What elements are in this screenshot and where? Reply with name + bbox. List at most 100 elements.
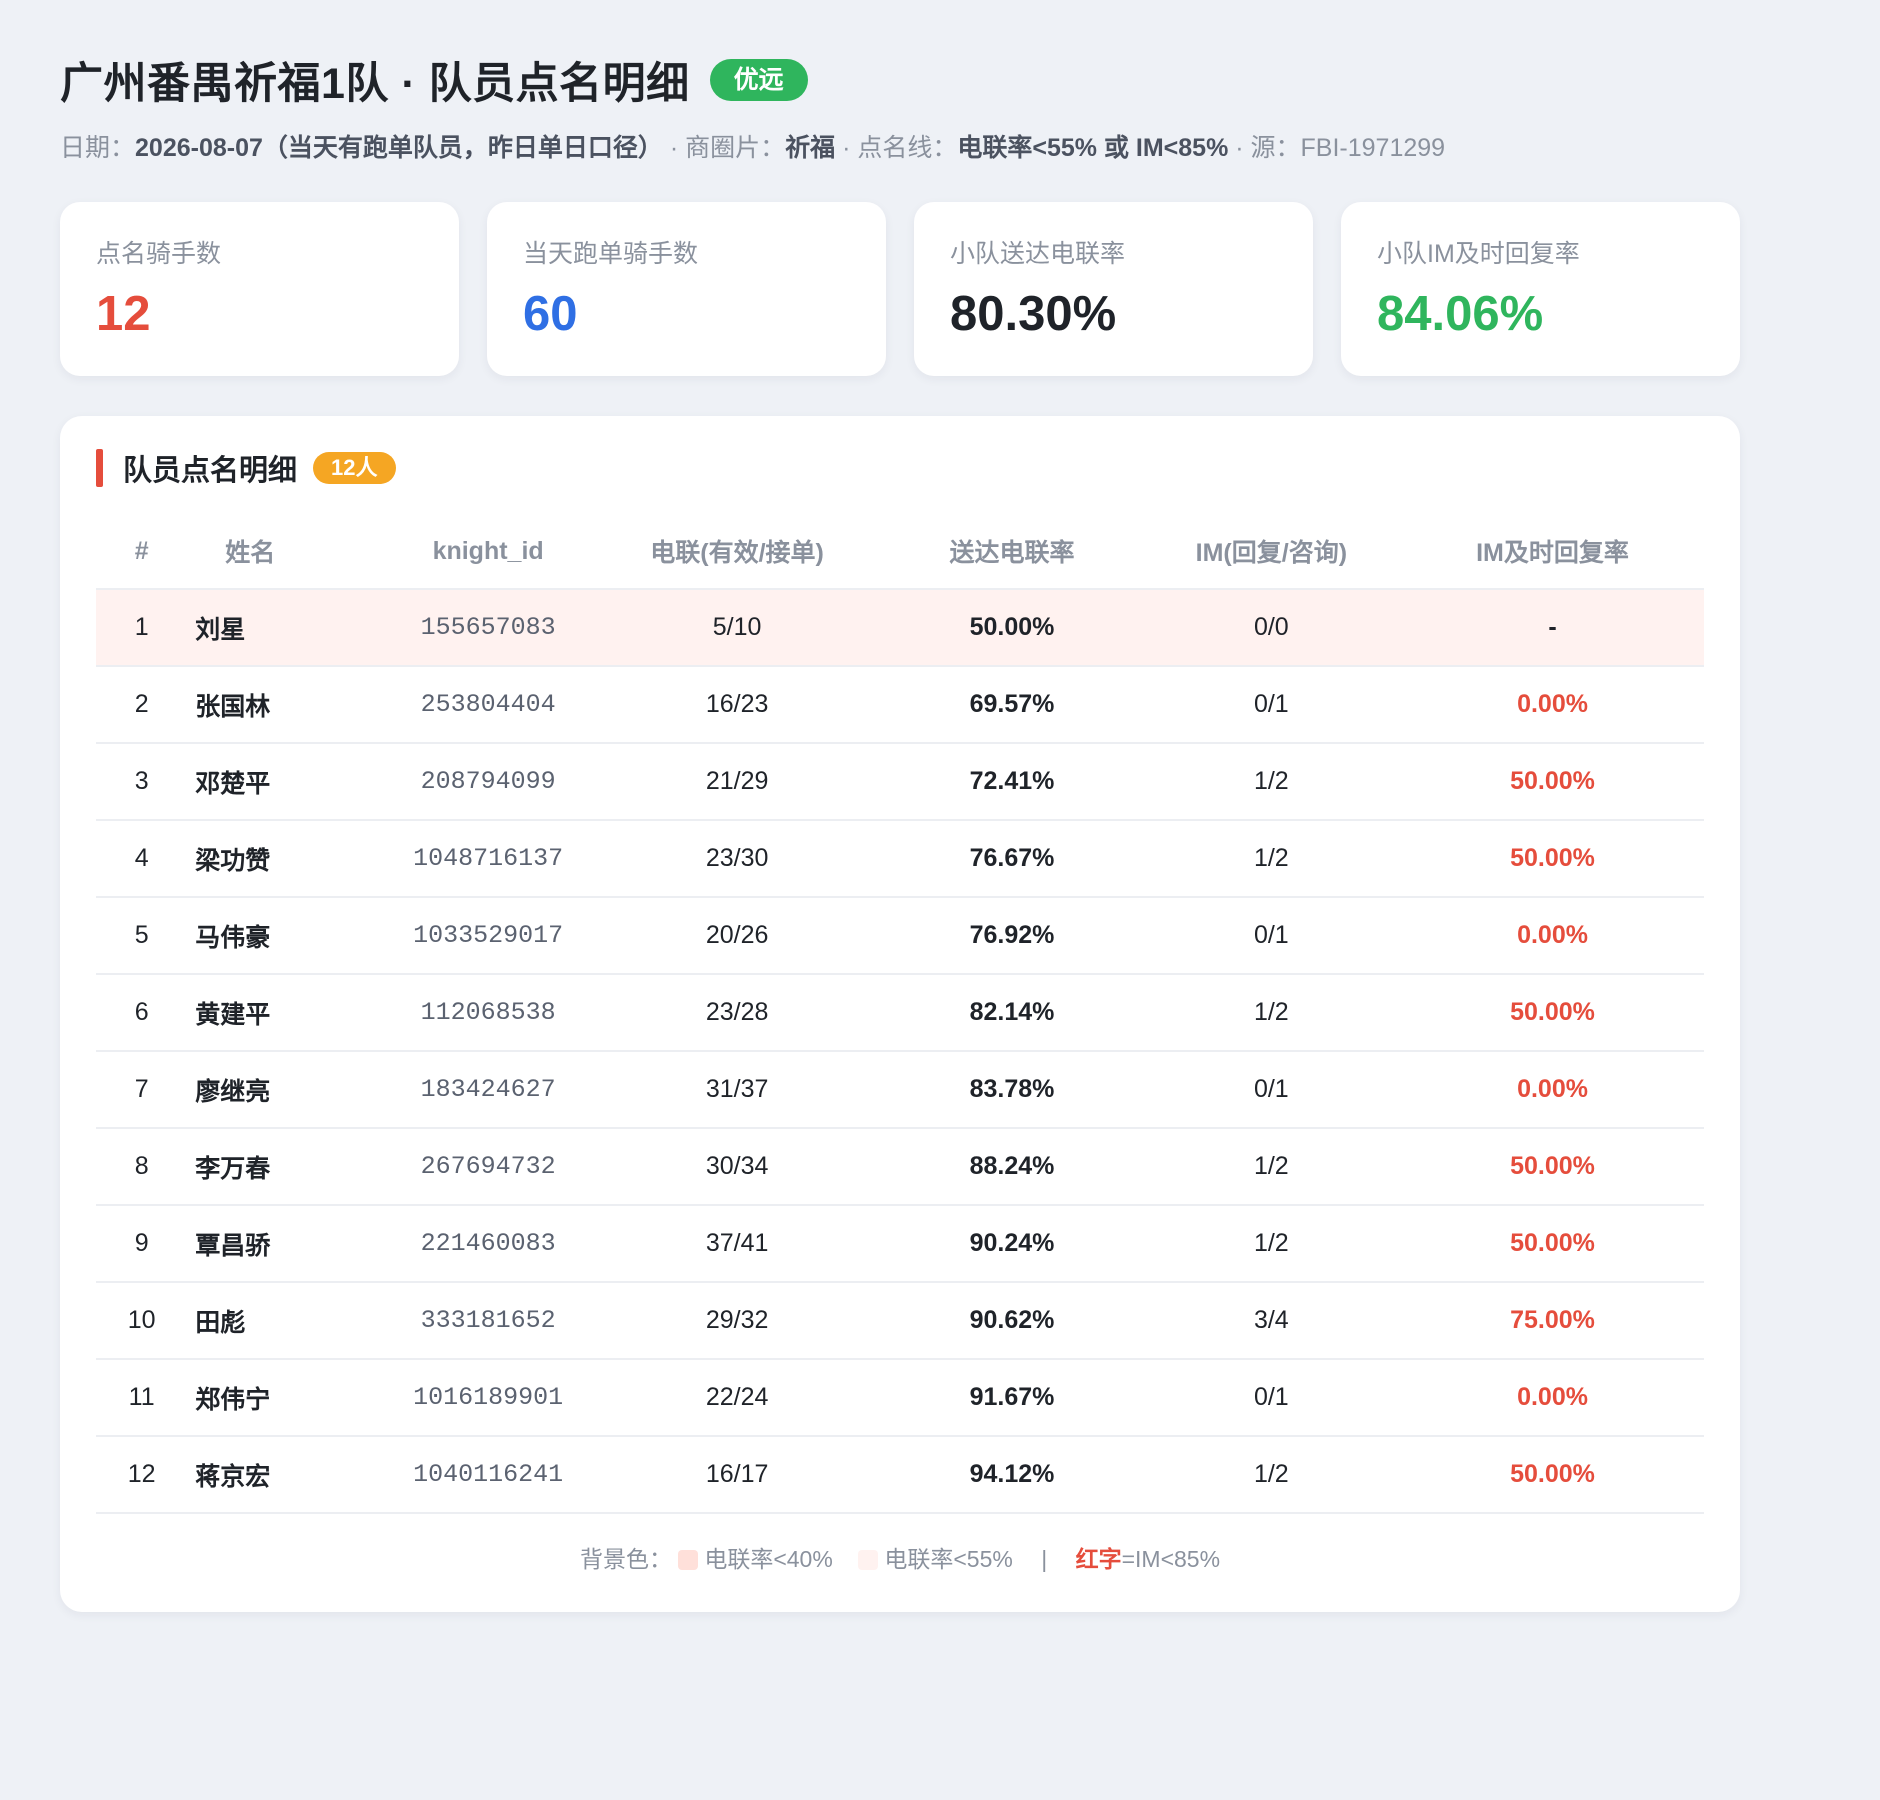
- source-label: · 源：: [1228, 134, 1301, 162]
- cell-index: 2: [96, 666, 188, 744]
- count-badge: 12人: [313, 452, 396, 484]
- cell-name: 郑伟宁: [187, 1359, 385, 1437]
- cell-knight-id: 1016189901: [384, 1359, 592, 1437]
- area-label: · 商圈片：: [662, 134, 786, 162]
- cell-im-rate: 0.00%: [1401, 1051, 1704, 1129]
- kpi-card-active-riders: 当天跑单骑手数 60: [487, 202, 886, 376]
- cell-im: 0/1: [1141, 666, 1402, 744]
- cell-call: 5/10: [591, 589, 883, 667]
- cell-call-rate: 94.12%: [882, 1436, 1142, 1514]
- table-row[interactable]: 12 蒋京宏 1040116241 16/17 94.12% 1/2 50.00%: [96, 1436, 1704, 1514]
- cell-knight-id: 1048716137: [384, 820, 592, 898]
- cell-call: 30/34: [591, 1128, 883, 1206]
- cell-name: 覃昌骄: [187, 1205, 385, 1283]
- cell-im-rate: 50.00%: [1401, 820, 1704, 898]
- cell-im-rate: -: [1401, 589, 1704, 667]
- source-value: FBI-1971299: [1300, 134, 1446, 162]
- table-body: 1 刘星 155657083 5/10 50.00% 0/0-2 张国林 253804404 1…: [96, 589, 1704, 1514]
- cell-index: 9: [96, 1205, 188, 1283]
- panel-accent-bar: [96, 449, 103, 487]
- cell-call-rate: 88.24%: [882, 1128, 1142, 1206]
- cell-call-rate: 90.62%: [882, 1282, 1142, 1360]
- cell-call-rate: 72.41%: [882, 743, 1142, 821]
- panel-header: 队员点名明细 12人: [96, 448, 1704, 488]
- cell-im: 1/2: [1141, 820, 1402, 898]
- table-header-row: # 姓名 knight_id 电联(有效/接单) 送达电联率 IM(回复/咨询)…: [96, 514, 1704, 590]
- cell-im-rate: 50.00%: [1401, 1436, 1704, 1514]
- header-call-rate[interactable]: 送达电联率: [882, 514, 1142, 590]
- legend-item-40: 电联率<40%: [704, 1546, 833, 1572]
- cell-im-rate: 75.00%: [1401, 1282, 1704, 1360]
- header-call[interactable]: 电联(有效/接单): [591, 514, 883, 590]
- legend-prefix: 背景色：: [579, 1546, 672, 1572]
- kpi-value: 60: [523, 287, 578, 341]
- table-row[interactable]: 5 马伟豪 1033529017 20/26 76.92% 0/1 0.00%: [96, 897, 1704, 975]
- legend-swatch-40: [678, 1550, 699, 1570]
- cell-call: 22/24: [591, 1359, 883, 1437]
- header-im[interactable]: IM(回复/咨询): [1141, 514, 1402, 590]
- cell-name: 廖继亮: [187, 1051, 385, 1129]
- cell-name: 黄建平: [187, 974, 385, 1052]
- cell-index: 10: [96, 1282, 188, 1360]
- cell-name: 张国林: [187, 666, 385, 744]
- cell-im: 1/2: [1141, 743, 1402, 821]
- kpi-value: 12: [96, 287, 151, 341]
- cell-im: 1/2: [1141, 1128, 1402, 1206]
- legend-item-55: 电联率<55%: [884, 1546, 1013, 1572]
- kpi-card-named-riders: 点名骑手数 12: [60, 202, 459, 376]
- cell-knight-id: 155657083: [384, 589, 592, 667]
- kpi-value: 84.06%: [1377, 287, 1544, 341]
- header-index[interactable]: #: [96, 514, 188, 590]
- legend-swatch-55: [858, 1550, 879, 1570]
- cell-im: 1/2: [1141, 1205, 1402, 1283]
- cell-im: 0/1: [1141, 1051, 1402, 1129]
- table-row[interactable]: 6 黄建平 112068538 23/28 82.14% 1/2 50.00%: [96, 974, 1704, 1052]
- cell-knight-id: 221460083: [384, 1205, 592, 1283]
- line-value: 电联率<55% 或 IM<85%: [957, 134, 1229, 162]
- header-name[interactable]: 姓名: [187, 514, 385, 590]
- header-knight-id[interactable]: knight_id: [384, 514, 592, 590]
- table-row[interactable]: 2 张国林 253804404 16/23 69.57% 0/1 0.00%: [96, 666, 1704, 744]
- panel-title: 队员点名明细: [123, 455, 298, 487]
- page-title: 广州番禺祈福1队 · 队员点名明细: [60, 60, 690, 108]
- cell-im-rate: 50.00%: [1401, 743, 1704, 821]
- table-row[interactable]: 9 覃昌骄 221460083 37/41 90.24% 1/2 50.00%: [96, 1205, 1704, 1283]
- cell-call: 16/23: [591, 666, 883, 744]
- cell-call-rate: 50.00%: [882, 589, 1142, 667]
- kpi-label: 当天跑单骑手数: [523, 240, 699, 268]
- kpi-label: 点名骑手数: [96, 240, 222, 268]
- cell-im-rate: 0.00%: [1401, 1359, 1704, 1437]
- cell-index: 11: [96, 1359, 188, 1437]
- table-row[interactable]: 1 刘星 155657083 5/10 50.00% 0/0-: [96, 589, 1704, 667]
- cell-im-rate: 50.00%: [1401, 1205, 1704, 1283]
- cell-call: 20/26: [591, 897, 883, 975]
- table-row[interactable]: 4 梁功赞 1048716137 23/30 76.67% 1/2 50.00%: [96, 820, 1704, 898]
- date-value: 2026-08-07（当天有跑单队员，昨日单日口径）: [135, 134, 663, 162]
- legend: 背景色： 电联率<40% 电联率<55% | 红字=IM<85%: [96, 1540, 1704, 1574]
- cell-call: 31/37: [591, 1051, 883, 1129]
- table-row[interactable]: 10 田彪 333181652 29/32 90.62% 3/4 75.00%: [96, 1282, 1704, 1360]
- legend-red-word: 红字: [1075, 1546, 1122, 1572]
- cell-index: 8: [96, 1128, 188, 1206]
- cell-call: 21/29: [591, 743, 883, 821]
- table-row[interactable]: 3 邓楚平 208794099 21/29 72.41% 1/2 50.00%: [96, 743, 1704, 821]
- cell-knight-id: 253804404: [384, 666, 592, 744]
- cell-call: 23/30: [591, 820, 883, 898]
- cell-index: 12: [96, 1436, 188, 1514]
- header-im-rate[interactable]: IM及时回复率: [1401, 514, 1704, 590]
- cell-im: 0/1: [1141, 1359, 1402, 1437]
- cell-knight-id: 112068538: [384, 974, 592, 1052]
- area-value: 祈福: [785, 134, 836, 162]
- cell-im-rate: 0.00%: [1401, 897, 1704, 975]
- cell-name: 梁功赞: [187, 820, 385, 898]
- kpi-card-call-rate: 小队送达电联率 80.30%: [914, 202, 1313, 376]
- kpi-card-im-rate: 小队IM及时回复率 84.06%: [1341, 202, 1740, 376]
- line-label: · 点名线：: [835, 134, 958, 162]
- date-label: 日期：: [60, 134, 136, 162]
- cell-im-rate: 0.00%: [1401, 666, 1704, 744]
- table-row[interactable]: 8 李万春 267694732 30/34 88.24% 1/2 50.00%: [96, 1128, 1704, 1206]
- cell-im: 0/0: [1141, 589, 1402, 667]
- title-row: 广州番禺祈福1队 · 队员点名明细 优远: [60, 50, 1740, 110]
- table-row[interactable]: 11 郑伟宁 1016189901 22/24 91.67% 0/1 0.00%: [96, 1359, 1704, 1437]
- table-row[interactable]: 7 廖继亮 183424627 31/37 83.78% 0/1 0.00%: [96, 1051, 1704, 1129]
